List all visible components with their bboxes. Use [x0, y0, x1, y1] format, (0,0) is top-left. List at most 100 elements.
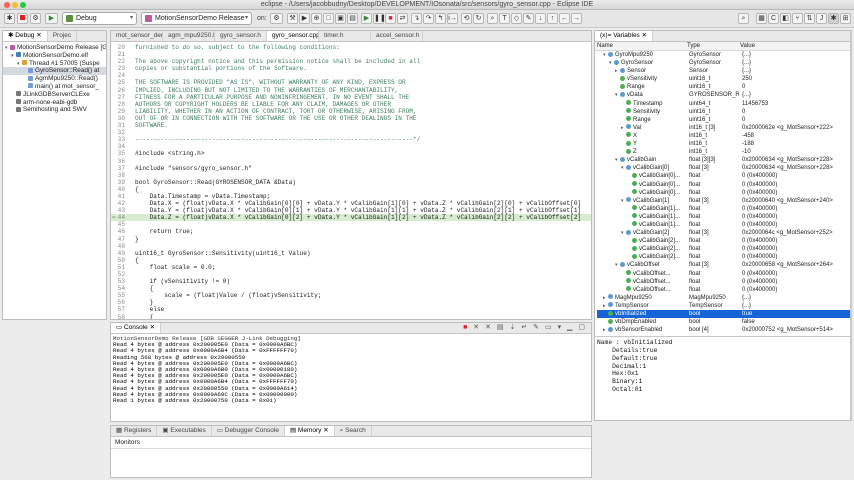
run-icon[interactable]: ▶ [299, 13, 310, 24]
tab-debugger-console[interactable]: ▭ Debugger Console [212, 426, 285, 436]
variable-row[interactable]: vCalibOffset... float 0 (0x400000) [597, 286, 851, 294]
tab-editor-file[interactable]: gyro_sensor.cpp ✕ [267, 31, 319, 41]
perspective-git-icon[interactable]: ⑂ [792, 13, 803, 24]
variable-row[interactable]: ▾ vCalibOffset float [3] 0x20000658 <g_MotS… [597, 261, 851, 269]
instruction-stepping-icon[interactable]: i→ [447, 13, 458, 24]
step-over-icon[interactable]: ↷ [423, 13, 434, 24]
variable-row[interactable]: vCalibGain[1]... float 0 (0x400000) [597, 221, 851, 229]
stop-icon[interactable] [17, 13, 28, 24]
perspective-java-icon[interactable]: J [816, 13, 827, 24]
step-return-icon[interactable]: ↰ [435, 13, 446, 24]
variable-row[interactable]: vCalibGain[0]... float 0 (0x400000) [597, 172, 851, 180]
column-value[interactable]: Value [740, 42, 755, 51]
debug-tree-item[interactable]: arm-none-eabi-gdb [3, 99, 106, 107]
tab-debug[interactable]: ✱ Debug ✕ [3, 31, 48, 41]
variable-row[interactable]: vSensitivity uint16_t 250 [597, 75, 851, 83]
variable-row[interactable]: Range uint16_t 0 [597, 83, 851, 91]
disconnect-icon[interactable]: ⇄ [397, 13, 408, 24]
variable-row[interactable]: ▾ vCalibGain[0] float [3] 0x20000634 <g_Mot… [597, 164, 851, 172]
tab-console[interactable]: ▭ Console ✕ [111, 323, 162, 333]
toggle-mark-occurrences-icon[interactable]: ✎ [523, 13, 534, 24]
perspective-debug-icon[interactable]: ✱ [828, 13, 839, 24]
variable-row[interactable]: ▸ TempSensor TempSensor {...} [597, 302, 851, 310]
close-icon[interactable]: ✕ [321, 427, 328, 434]
previous-annotation-icon[interactable]: ↑ [547, 13, 558, 24]
variable-row[interactable]: ▾ vCalibGain[2] float [3] 0x2000064c <g_Mot… [597, 229, 851, 237]
settings-icon[interactable]: ⚙ [30, 13, 41, 24]
debug-tree-item[interactable]: AgmMpu9250::Read() [3, 75, 106, 83]
variable-row[interactable]: ▸ Sensor Sensor {...} [597, 67, 851, 75]
launch-configuration-combo[interactable]: MotionSensorDemo Release ▾ [141, 12, 252, 25]
step-into-icon[interactable]: ↴ [411, 13, 422, 24]
external-tools-icon[interactable]: ⊕ [311, 13, 322, 24]
perspective-resource-icon[interactable]: ◧ [780, 13, 791, 24]
forward-icon[interactable]: → [571, 13, 582, 24]
variables-scrollbar[interactable] [850, 30, 852, 421]
suspend-icon[interactable]: ❚❚ [373, 13, 386, 24]
variable-row[interactable]: ▸ MagMpu9250 MagMpu9250 {...} [597, 294, 851, 302]
tab-memory[interactable]: ▤ Memory ✕ [284, 426, 335, 436]
perspective-open-icon[interactable]: ▦ [756, 13, 767, 24]
variable-row[interactable]: vbDmpEnabled bool false [597, 318, 851, 326]
open-type-icon[interactable]: T [499, 13, 510, 24]
console-toolbar[interactable]: ■ ✕ ✕ ▤ ⇣ ↵ ✎ ▭ ▾ ▁ ▢ [463, 323, 587, 333]
tab-executables[interactable]: ▣ Executables [157, 426, 212, 436]
debug-tree-item[interactable]: JLinkGDBServerCLExe [3, 91, 106, 99]
variable-row[interactable]: Yint16_t -188 [597, 140, 851, 148]
variable-row[interactable]: ▸ Val int16_t [3] 0x2000062e <g_MotSensor+2… [597, 124, 851, 132]
variable-row[interactable]: vCalibOffset... float 0 (0x400000) [597, 270, 851, 278]
close-window-button[interactable] [4, 2, 10, 8]
terminate-icon[interactable]: ■ [385, 13, 396, 24]
search-toolbar-icon[interactable]: ⌕ [738, 13, 749, 24]
tab-search[interactable]: ⌕ Search [335, 426, 372, 436]
variable-row[interactable]: vCalibOffset... float 0 (0x400000) [597, 278, 851, 286]
open-element-icon[interactable]: ◇ [511, 13, 522, 24]
back-icon[interactable]: ← [559, 13, 570, 24]
variable-row[interactable]: ▾ vCalibGain[1] float [3] 0x20000640 <g_Mot… [597, 197, 851, 205]
variable-row[interactable]: Timestamp uint64_t 11456753 [597, 100, 851, 108]
variable-row[interactable]: vCalibGain[2]... float 0 (0x400000) [597, 253, 851, 261]
tab-editor-file[interactable]: mot_sensor_demo [111, 31, 163, 41]
debug-tree-item[interactable]: main() at mot_sensor_ [3, 83, 106, 91]
tab-registers[interactable]: ▦ Registers [111, 426, 158, 436]
variable-row[interactable]: ▾vData GYROSENSOR_R...{...} [597, 91, 851, 99]
debug-tree-item[interactable]: GyroSensor::Read() at [3, 67, 106, 76]
perspective-c-cpp-icon[interactable]: C [768, 13, 779, 24]
variable-row[interactable]: vCalibGain[0]... float 0 (0x400000) [597, 181, 851, 189]
tab-editor-file[interactable]: agm_mpu9250.h [163, 31, 215, 41]
minimize-window-button[interactable] [12, 2, 18, 8]
new-file-icon[interactable]: □ [323, 13, 334, 24]
variable-row[interactable]: Xint16_t -458 [597, 132, 851, 140]
variable-row[interactable]: ▾ GyroMpu9250 GyroSensor {...} [597, 51, 851, 59]
restart-icon[interactable]: ↻ [473, 13, 484, 24]
perspective-team-icon[interactable]: ⇅ [804, 13, 815, 24]
variable-row[interactable]: vCalibGain[0]... float 0 (0x400000) [597, 189, 851, 197]
print-icon[interactable]: ▤ [347, 13, 358, 24]
build-icon[interactable]: ⚒ [287, 13, 298, 24]
debug-tree-item[interactable]: ▾ MotionSensorDemo.elf [3, 52, 106, 60]
next-annotation-icon[interactable]: ↓ [535, 13, 546, 24]
variable-row[interactable]: vCalibGain[2]... float 0 (0x400000) [597, 245, 851, 253]
resume-icon[interactable]: ▶ [361, 13, 372, 24]
zoom-window-button[interactable] [20, 2, 26, 8]
variable-row[interactable]: vbInitialized bool true [597, 310, 851, 319]
variable-row[interactable]: ▾ vCalibGain float [3][3] 0x20000634 <g_Mot… [597, 156, 851, 164]
tab-project-explorer[interactable]: Projec [48, 31, 78, 41]
debug-tree-item[interactable]: ▾MotionSensorDemo Release [GDB [3, 44, 106, 52]
perspective-misc-icon[interactable]: ⊞ [840, 13, 851, 24]
launch-mode-icon[interactable]: ▶ [45, 13, 58, 24]
code-editor[interactable]: 20 furnished to do so, subject to the fol… [111, 42, 591, 319]
tab-editor-file[interactable]: gyro_sensor.h [215, 31, 267, 41]
variable-row[interactable]: ▾ GyroSensor GyroSensor {...} [597, 59, 851, 67]
debug-tree-item[interactable]: Semihosting and SWV [3, 106, 106, 114]
reset-icon[interactable]: ⟲ [461, 13, 472, 24]
variable-row[interactable]: vCalibGain[2]... float 0 (0x400000) [597, 237, 851, 245]
variable-row[interactable]: Sensitivity uint16_t 0 [597, 108, 851, 116]
console-output[interactable]: Read 4 bytes @ address 0x200005E0 (Data … [113, 341, 589, 404]
column-name[interactable]: Name [597, 42, 613, 51]
tab-editor-file[interactable]: accel_sensor.h [371, 31, 423, 41]
variable-row[interactable]: Range uint16_t 0 [597, 116, 851, 124]
debug-tree-item[interactable]: ▾ Thread #1 57005 (Suspe [3, 60, 106, 68]
tab-variables[interactable]: (x)= Variables ✕ [595, 31, 654, 41]
save-icon[interactable]: ▣ [335, 13, 346, 24]
